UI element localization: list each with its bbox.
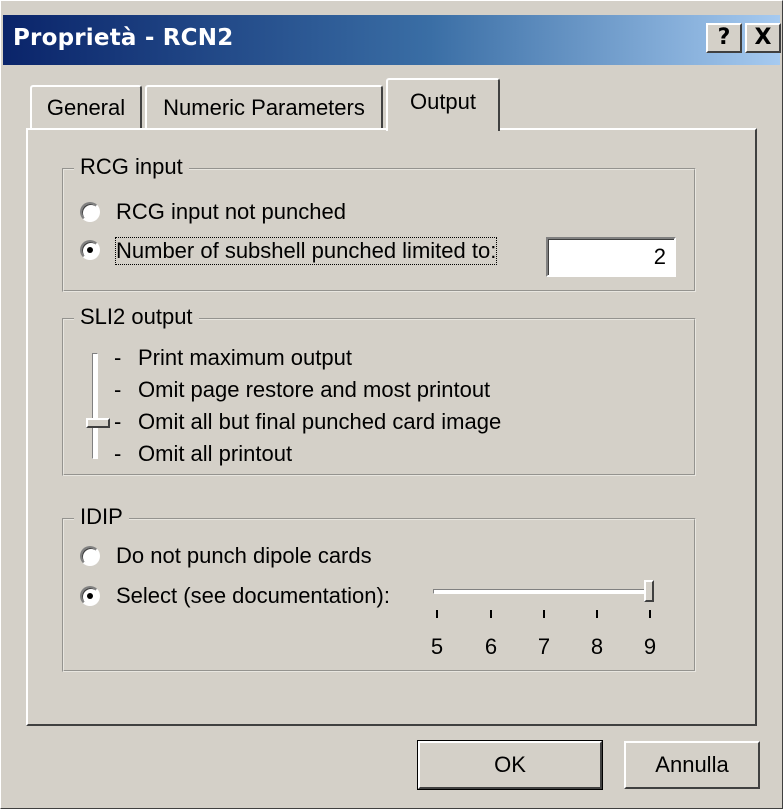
help-button[interactable]: ? <box>706 23 742 53</box>
rcg-limited-radio[interactable] <box>80 240 100 260</box>
idip-tick <box>596 610 598 618</box>
idip-tick-label: 5 <box>430 634 444 659</box>
close-button[interactable]: X <box>745 23 781 53</box>
sli2-slider-track[interactable] <box>92 353 98 459</box>
idip-no-dipole-label[interactable]: Do not punch dipole cards <box>116 543 372 569</box>
idip-select-label[interactable]: Select (see documentation): <box>116 583 390 609</box>
subshell-limit-input[interactable]: 2 <box>546 237 676 277</box>
sli2-level-0: Print maximum output <box>138 345 352 370</box>
idip-select-radio[interactable] <box>80 586 100 606</box>
idip-tick-label: 9 <box>643 634 657 659</box>
idip-tick <box>436 610 438 618</box>
tab-output[interactable]: Output <box>386 78 500 131</box>
sli2-level-1: Omit page restore and most printout <box>138 377 491 402</box>
rcg-limited-label[interactable]: Number of subshell punched limited to: <box>114 237 498 265</box>
sli2-level-2: Omit all but final punched card image <box>138 409 502 434</box>
idip-tick-label: 8 <box>590 634 604 659</box>
idip-tick-label: 6 <box>484 634 498 659</box>
idip-slider-thumb[interactable] <box>644 580 654 602</box>
title-bar: Proprietà - RCN2 ? X <box>3 15 781 65</box>
cancel-button[interactable]: Annulla <box>624 741 760 789</box>
idip-tick <box>543 610 545 618</box>
tab-numeric-parameters[interactable]: Numeric Parameters <box>145 85 383 129</box>
idip-tick <box>490 610 492 618</box>
idip-no-dipole-radio[interactable] <box>80 546 100 566</box>
ok-button[interactable]: OK <box>417 740 603 790</box>
idip-slider-track[interactable] <box>433 589 653 594</box>
sli2-level-3: Omit all printout <box>138 441 293 466</box>
tab-general[interactable]: General <box>30 85 142 129</box>
rcg-not-punched-label[interactable]: RCG input not punched <box>116 199 346 225</box>
idip-tick <box>649 610 651 618</box>
rcg-not-punched-radio[interactable] <box>80 202 100 222</box>
sli2-slider-thumb[interactable] <box>86 418 110 428</box>
window-title: Proprietà - RCN2 <box>13 25 234 51</box>
idip-tick-label: 7 <box>537 634 551 659</box>
